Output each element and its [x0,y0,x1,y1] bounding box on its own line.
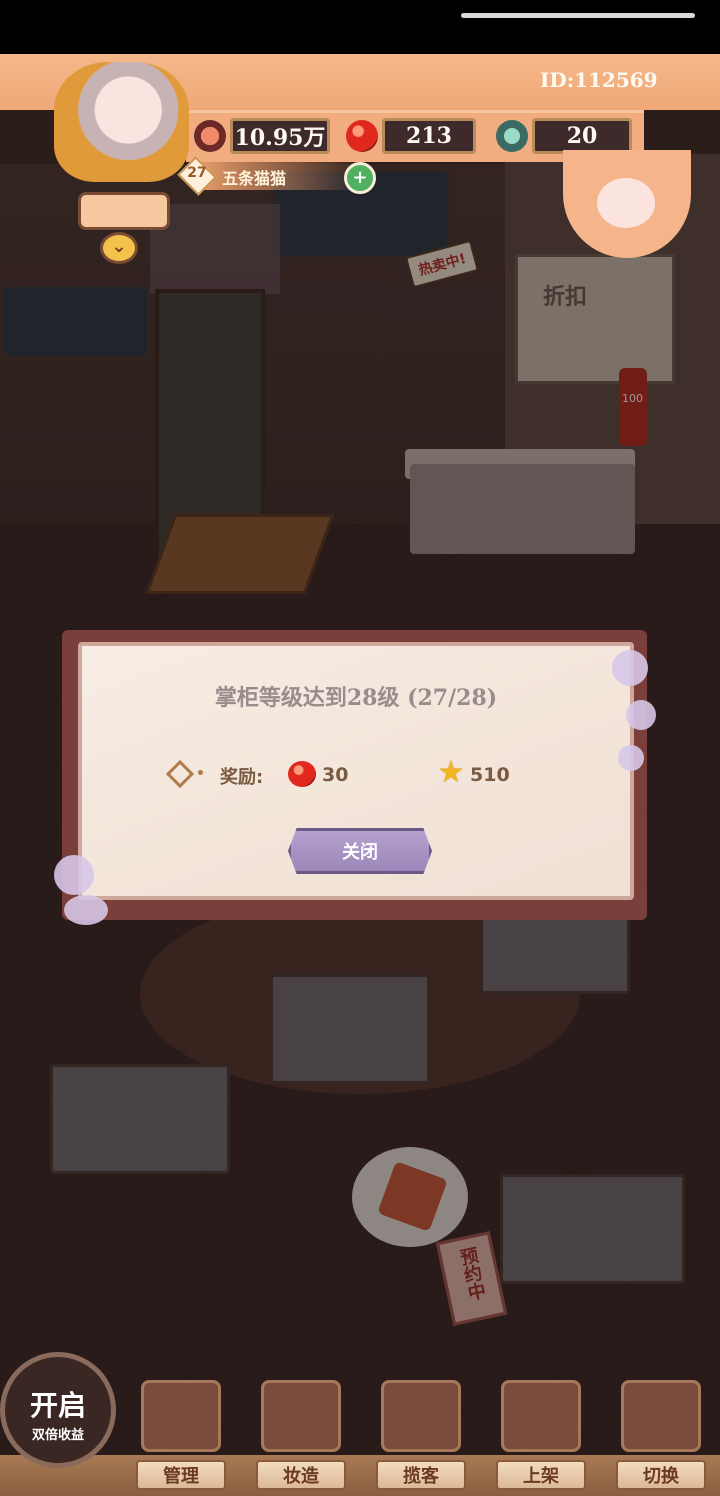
flower-decoration [626,700,656,730]
reward-label: 奖励: [220,767,264,788]
star-reward-amount: 510 [470,764,510,786]
nav-manage[interactable]: 管理 [126,1380,236,1496]
nav-label: 揽客 [376,1460,466,1490]
double-income-main: 开启 [29,1389,86,1422]
player-name: 五条猫猫 [222,169,287,188]
nav-label: 切换 [616,1460,706,1490]
manage-icon [141,1380,221,1452]
star-icon: ★ [437,755,465,790]
flower-decoration [64,895,108,925]
coins-counter[interactable]: 10.95万 [230,118,330,154]
nav-attract-customer[interactable]: 揽客 [366,1380,476,1496]
player-level: 27 [187,165,207,181]
red-gem-icon [346,120,378,152]
bullet-dot [198,770,203,775]
gem-reward-amount: 30 [322,764,349,786]
makeup-icon [261,1380,341,1452]
gems-counter[interactable]: 213 [382,118,476,154]
nav-shelf[interactable]: 上架 [486,1380,596,1496]
flower-decoration [54,855,94,895]
status-bar [0,0,720,54]
double-income-sub: 双倍收益 [31,1428,84,1443]
energy-orb-icon [496,120,528,152]
nav-label: 管理 [136,1460,226,1490]
switch-icon [621,1380,701,1452]
nav-makeup[interactable]: 妆造 [246,1380,356,1496]
npc-face [597,178,655,228]
nav-label: 妆造 [256,1460,346,1490]
avatar-face [100,92,160,137]
chevron-down-icon[interactable]: ⌄ [100,232,138,264]
shelf-icon [501,1380,581,1452]
scroll-icon[interactable] [78,192,170,230]
flower-decoration [612,650,648,686]
player-id: ID:112569 [540,68,658,92]
red-gem-icon [288,761,316,787]
coin-bag-icon [194,120,226,152]
modal-title: 掌柜等级达到28级 (27/28) [214,685,498,711]
attract-customer-icon [381,1380,461,1452]
close-button[interactable]: 关闭 [288,828,432,874]
nav-switch[interactable]: 切换 [606,1380,716,1496]
add-friend-button[interactable]: + [344,162,376,194]
nav-label: 上架 [496,1460,586,1490]
home-indicator [461,13,695,18]
energy-counter[interactable]: 20 [532,118,632,154]
flower-decoration [618,745,644,771]
